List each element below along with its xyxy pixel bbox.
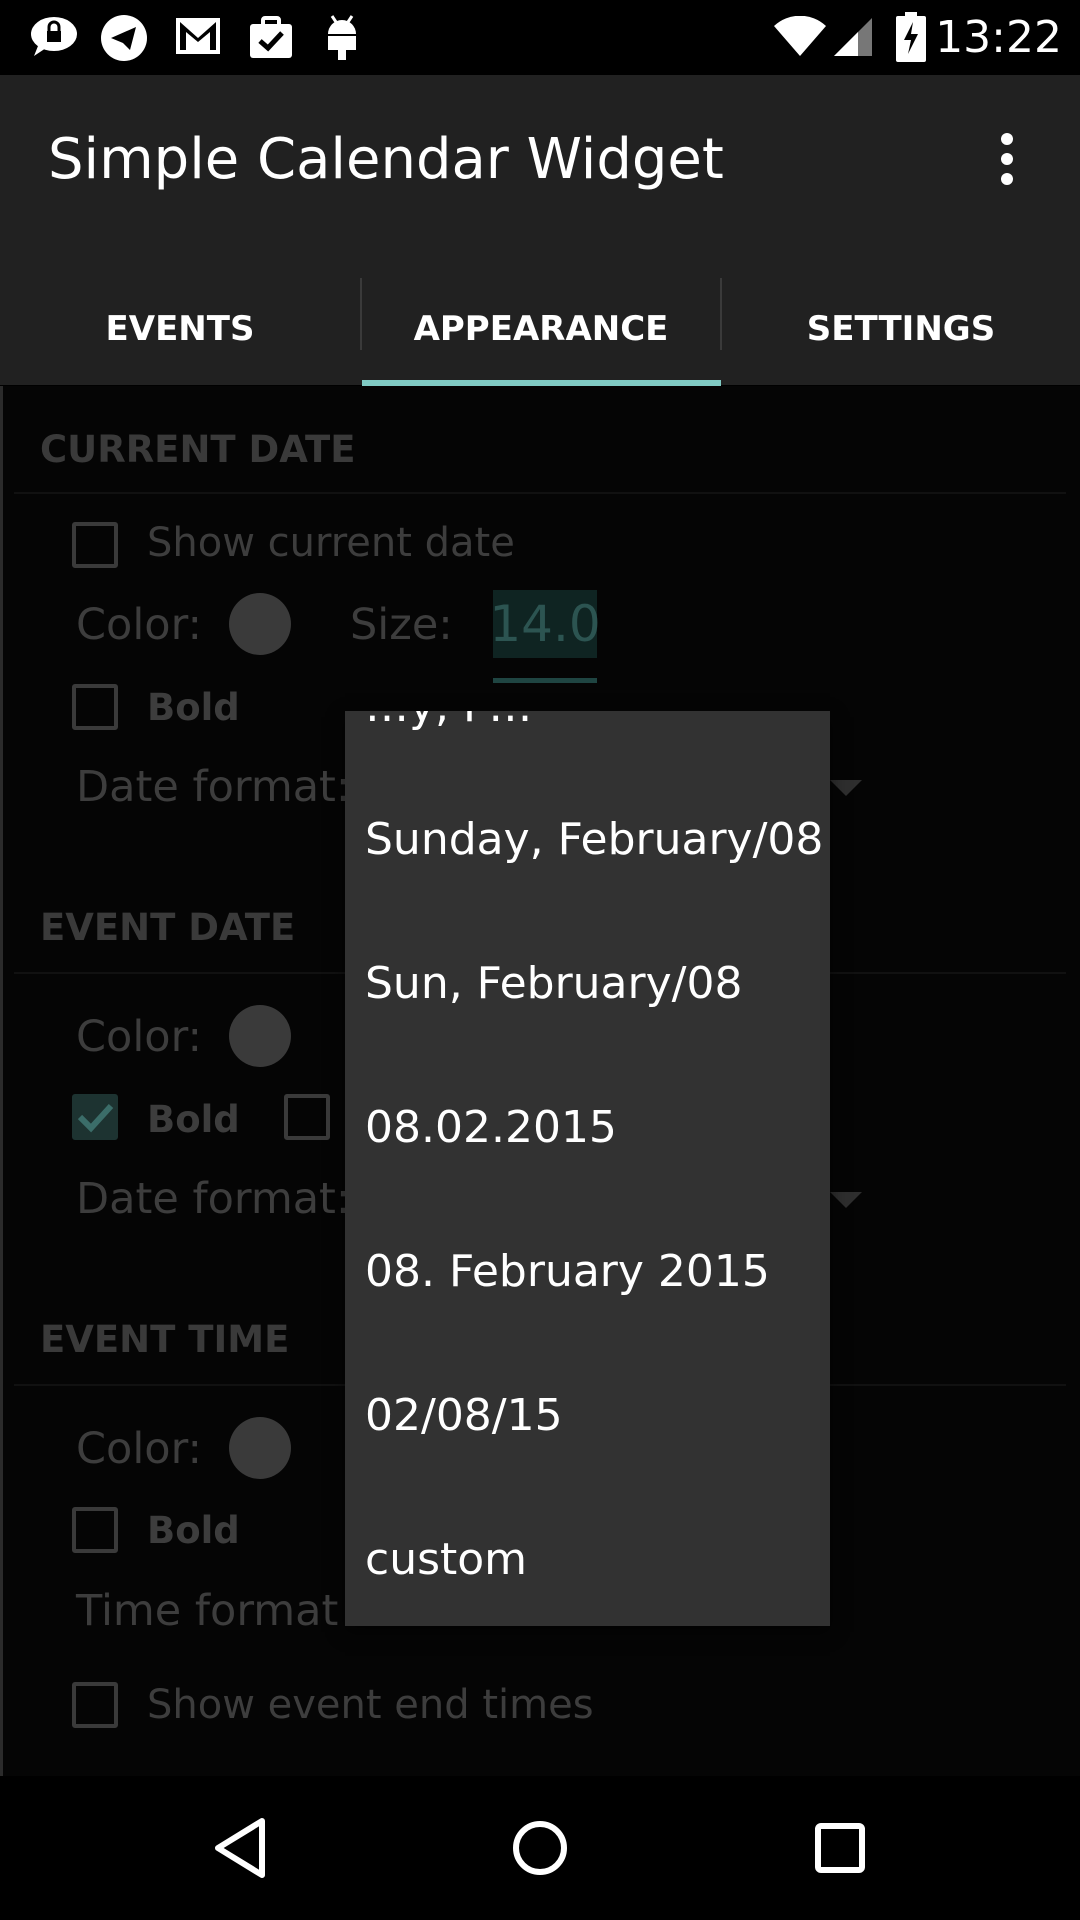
tab-settings[interactable]: SETTINGS [721,272,1080,385]
status-bar: 13:22 [0,0,1080,75]
show-current-date-label: Show current date [147,520,515,566]
current-date-size-label: Size: [350,600,453,650]
dropdown-item[interactable]: 08.02.2015 [365,1102,617,1153]
show-end-times-label: Show event end times [147,1682,594,1728]
current-date-size-input[interactable]: 14.0 [489,590,601,658]
status-time: 13:22 [935,12,1062,63]
current-date-color-picker[interactable] [229,593,291,655]
signal-icon [834,18,872,56]
section-header-current-date: CURRENT DATE [40,428,356,471]
event-date-bold-label: Bold [147,1098,240,1141]
dropdown-item[interactable]: Sun, February/08 [365,958,742,1009]
event-date-color-picker[interactable] [229,1005,291,1067]
wifi-icon [774,16,826,56]
lock-chat-icon [31,17,77,56]
tab-divider [360,278,362,350]
tab-bar: EVENTS APPEARANCE SETTINGS [0,272,1080,385]
dropdown-arrow-icon [830,1192,862,1208]
dropdown-item[interactable]: Sunday, February/08 [365,814,823,865]
content-edge [0,386,3,1776]
current-date-color-label: Color: [76,600,202,650]
dropdown-item[interactable]: 02/08/15 [365,1390,563,1441]
dropdown-item[interactable]: custom [365,1534,527,1585]
show-current-date-checkbox[interactable] [72,522,118,568]
recents-icon[interactable] [810,1815,870,1881]
current-date-bold-label: Bold [147,686,240,729]
tab-events-label: EVENTS [105,308,255,349]
current-date-format-label: Date format: [76,762,351,812]
event-date-color-label: Color: [76,1012,202,1062]
gmail-icon [176,18,220,54]
event-time-color-label: Color: [76,1424,202,1474]
section-divider [14,492,1066,494]
telegram-icon [101,15,147,61]
date-format-dropdown: …y, F… Sunday, February/08 Sun, February… [345,711,830,1626]
overflow-menu-icon[interactable] [992,132,1022,186]
event-time-color-picker[interactable] [229,1417,291,1479]
battery-charging-icon [896,12,926,62]
event-date-format-label: Date format: [76,1174,351,1224]
back-icon[interactable] [210,1815,270,1881]
check-icon [77,1103,114,1133]
event-time-bold-label: Bold [147,1509,240,1552]
app-title: Simple Calendar Widget [48,127,724,192]
task-check-icon [250,16,292,58]
section-header-event-time: EVENT TIME [40,1318,290,1361]
tab-appearance-label: APPEARANCE [413,308,669,349]
event-time-bold-checkbox[interactable] [72,1507,118,1553]
current-date-bold-checkbox[interactable] [72,684,118,730]
home-icon[interactable] [510,1815,570,1881]
tab-settings-label: SETTINGS [806,308,996,349]
show-end-times-checkbox[interactable] [72,1682,118,1728]
size-input-underline [493,678,597,683]
tab-events[interactable]: EVENTS [0,272,360,385]
tab-divider [720,278,722,350]
event-time-format-label: Time format [76,1586,339,1636]
dropdown-item-partial[interactable]: …y, F… [365,711,532,732]
android-icon [328,15,356,60]
dropdown-arrow-icon [830,780,862,796]
tab-appearance[interactable]: APPEARANCE [361,272,721,385]
event-date-option-checkbox[interactable] [284,1094,330,1140]
section-header-event-date: EVENT DATE [40,906,296,949]
event-date-bold-checkbox[interactable] [72,1094,118,1140]
dropdown-item[interactable]: 08. February 2015 [365,1246,770,1297]
